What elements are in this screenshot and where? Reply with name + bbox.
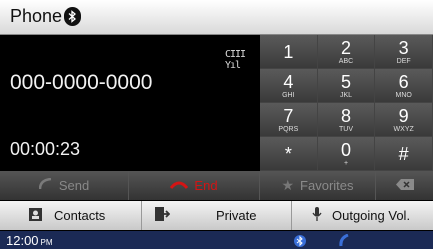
key-letters: WXYZ: [393, 125, 414, 133]
key-hash[interactable]: #: [375, 137, 433, 171]
key-digit: 2: [340, 37, 351, 58]
clock-time: 12:00: [6, 233, 39, 248]
end-button[interactable]: End: [129, 171, 260, 200]
call-timer: 00:00:23: [10, 139, 81, 159]
key-letters: MNO: [395, 91, 412, 99]
call-info-panel: CIII Yıl 000-0000-0000 00:00:23: [0, 35, 260, 171]
outgoing-volume-button[interactable]: Outgoing Vol.: [292, 201, 433, 230]
key-digit: 9: [398, 105, 409, 126]
contacts-icon: [28, 206, 44, 225]
title-bar: Phone: [0, 0, 433, 35]
key-digit: *: [284, 143, 292, 164]
key-digit: #: [398, 143, 409, 164]
favorites-label: Favorites: [300, 178, 354, 193]
key-7[interactable]: 7 PQRS: [260, 103, 318, 137]
key-9[interactable]: 9 WXYZ: [375, 103, 433, 137]
phone-status-icon: [339, 233, 351, 249]
outgoing-volume-label: Outgoing Vol.: [332, 208, 411, 223]
send-button[interactable]: Send: [0, 171, 129, 200]
key-letters: +: [343, 159, 349, 167]
key-digit: 8: [340, 105, 351, 126]
clock: 12:00 PM: [6, 233, 53, 248]
key-3[interactable]: 3 DEF: [375, 35, 433, 69]
bluetooth-icon: [64, 7, 81, 26]
key-letters: ABC: [338, 57, 354, 65]
contacts-label: Contacts: [54, 208, 106, 223]
private-transfer-icon: [154, 206, 171, 225]
page-title: Phone: [10, 6, 63, 26]
key-digit: 7: [283, 105, 294, 126]
key-2[interactable]: 2 ABC: [317, 35, 376, 69]
star-icon: ★: [281, 177, 295, 193]
private-button[interactable]: Private: [142, 201, 292, 230]
microphone-icon: [312, 206, 322, 225]
bluetooth-status-icon: [293, 233, 309, 249]
key-star[interactable]: *: [260, 137, 318, 171]
private-label: Private: [216, 208, 257, 223]
key-letters: GHI: [282, 91, 295, 99]
key-digit: 1: [283, 41, 294, 62]
status-bar: 12:00 PM: [0, 231, 433, 249]
phone-number: 000-0000-0000: [10, 71, 153, 94]
key-letters: TUV: [338, 125, 353, 133]
key-digit: 0: [340, 139, 351, 160]
end-label: End: [194, 178, 218, 193]
key-letters: PQRS: [278, 125, 299, 133]
key-4[interactable]: 4 GHI: [260, 69, 318, 103]
clock-ampm: PM: [40, 238, 53, 247]
send-label: Send: [58, 178, 90, 193]
key-1[interactable]: 1: [260, 35, 318, 69]
key-0[interactable]: 0 +: [317, 137, 376, 171]
signal-battery-icon: CIII Yıl: [225, 49, 246, 71]
menu-bar: Contacts Private Outgoing Vol.: [0, 201, 433, 230]
backspace-icon: [395, 178, 414, 193]
key-letters: JKL: [339, 91, 353, 99]
key-digit: 4: [283, 71, 294, 92]
dial-keypad: 1 2 ABC 3 DEF 4 GHI 5 JKL 6 MNO 7 PQRS 8 TUV 9W…: [260, 35, 433, 171]
backspace-button[interactable]: [376, 171, 433, 200]
key-letters: DEF: [396, 57, 411, 65]
favorites-button[interactable]: ★ Favorites: [260, 171, 376, 200]
key-digit: 5: [340, 71, 351, 92]
call-action-bar: Send End ★ Favorites: [0, 171, 433, 200]
contacts-button[interactable]: Contacts: [0, 201, 142, 230]
hangup-icon: [170, 178, 189, 193]
phone-screen: Phone CIII Yıl 000-0000-0000 00:00:23 1 …: [0, 0, 433, 249]
key-6[interactable]: 6 MNO: [375, 69, 433, 103]
key-8[interactable]: 8 TUV: [317, 103, 376, 137]
handset-icon: [38, 177, 53, 193]
key-digit: 3: [398, 37, 409, 58]
key-digit: 6: [398, 71, 409, 92]
key-5[interactable]: 5 JKL: [317, 69, 376, 103]
